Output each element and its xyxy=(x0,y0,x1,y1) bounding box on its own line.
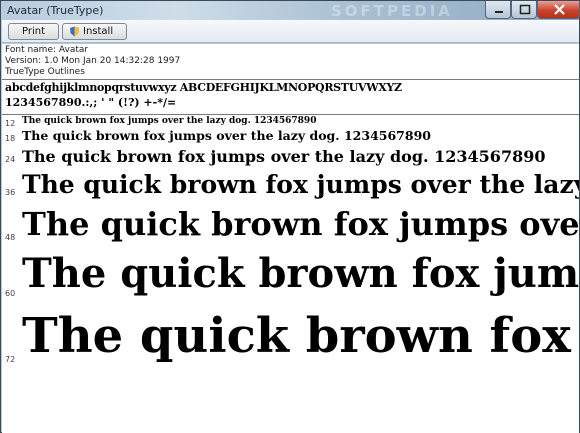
sample-size-label: 36 xyxy=(5,188,16,197)
close-button[interactable] xyxy=(537,1,580,19)
watermark: SOFTPEDIA xyxy=(331,2,453,20)
sample-size-label: 24 xyxy=(5,155,16,164)
print-button[interactable]: Print xyxy=(8,23,59,40)
shield-icon xyxy=(70,26,79,37)
sample-line-36: The quick brown fox jumps over the lazy … xyxy=(22,170,579,199)
minimize-icon xyxy=(495,11,503,13)
character-set-letters: abcdefghijklmnopqrstuvwxyz ABCDEFGHIJKLM… xyxy=(5,81,402,94)
divider xyxy=(2,114,579,115)
minimize-button[interactable] xyxy=(485,1,511,19)
sample-size-label: 18 xyxy=(5,134,16,143)
window-title: Avatar (TrueType) xyxy=(7,4,104,17)
font-version: Version: 1.0 Mon Jan 20 14:32:28 1997 xyxy=(5,56,181,66)
font-preview-area[interactable]: Font name: Avatar Version: 1.0 Mon Jan 2… xyxy=(2,44,579,433)
title-bar[interactable]: Avatar (TrueType) SOFTPEDIA xyxy=(1,1,580,20)
sample-line-72: The quick brown fox jumps over the lazy … xyxy=(22,308,579,364)
font-name: Font name: Avatar xyxy=(5,45,89,55)
sample-size-label: 12 xyxy=(5,119,16,128)
font-viewer-window: Avatar (TrueType) SOFTPEDIA Print Instal… xyxy=(0,0,580,433)
sample-line-48: The quick brown fox jumps over the lazy … xyxy=(22,205,579,243)
sample-size-label: 72 xyxy=(5,355,16,364)
maximize-icon xyxy=(519,4,531,15)
close-icon xyxy=(554,4,565,15)
font-outline-type: TrueType Outlines xyxy=(5,67,85,77)
sample-line-60: The quick brown fox jumps over the lazy … xyxy=(22,250,579,297)
sample-line-12: The quick brown fox jumps over the lazy … xyxy=(22,116,317,126)
maximize-button[interactable] xyxy=(511,1,537,19)
sample-size-label: 48 xyxy=(5,233,16,242)
divider xyxy=(2,79,579,80)
character-set-digits: 1234567890.:,; ' " (!?) +-*/= xyxy=(5,96,177,109)
sample-size-label: 60 xyxy=(5,289,16,298)
sample-line-18: The quick brown fox jumps over the lazy … xyxy=(22,128,431,143)
install-label: Install xyxy=(83,26,114,37)
sample-line-24: The quick brown fox jumps over the lazy … xyxy=(22,147,546,166)
toolbar: Print Install xyxy=(2,20,579,43)
install-button[interactable]: Install xyxy=(62,23,127,40)
